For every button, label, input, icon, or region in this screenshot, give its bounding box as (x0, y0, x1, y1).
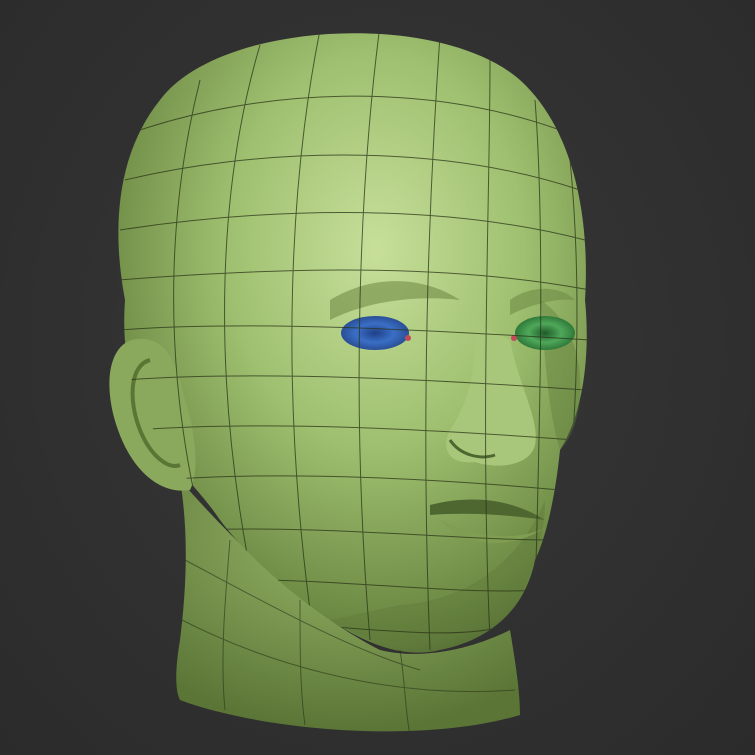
viewport-3d[interactable] (0, 0, 755, 755)
head-render (109, 33, 587, 736)
